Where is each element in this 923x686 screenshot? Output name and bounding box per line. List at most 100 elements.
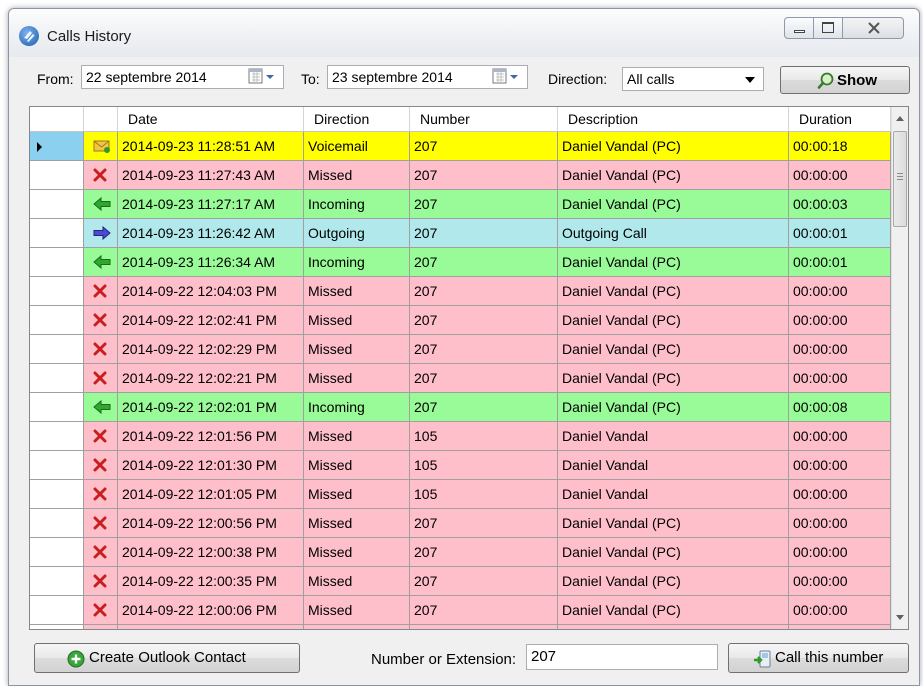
row-header[interactable] bbox=[30, 248, 84, 277]
scroll-up-icon[interactable] bbox=[896, 116, 904, 121]
number-or-extension-input[interactable]: 207 bbox=[526, 644, 718, 670]
direction-cell: Missed bbox=[304, 277, 410, 306]
duration-cell: 00:00:00 bbox=[789, 335, 891, 364]
table-row[interactable]: 2014-09-23 11:27:17 AM Incoming 207 Daniel … bbox=[30, 190, 891, 219]
table-row[interactable]: 2014-09-22 12:02:29 PM Missed 207 Daniel Va… bbox=[30, 335, 891, 364]
description-cell: Daniel Vandal (PC) bbox=[558, 161, 789, 190]
table-row[interactable]: 2014-09-22 12:00:56 PM Missed 207 Daniel Va… bbox=[30, 509, 891, 538]
row-header[interactable] bbox=[30, 161, 84, 190]
create-outlook-contact-button[interactable]: Create Outlook Contact bbox=[34, 643, 300, 673]
table-row[interactable]: 2014-09-22 12:02:41 PM Missed 207 Daniel Va… bbox=[30, 306, 891, 335]
column-header-duration[interactable]: Duration bbox=[789, 107, 891, 131]
number-cell: 207 bbox=[410, 567, 558, 596]
row-header-corner bbox=[30, 107, 84, 131]
calendar-dropdown-icon[interactable] bbox=[489, 67, 525, 87]
call-this-number-button[interactable]: Call this number bbox=[728, 643, 909, 673]
maximize-icon bbox=[822, 22, 834, 33]
description-cell: Daniel Vandal (PC) bbox=[558, 625, 789, 629]
date-cell: 2014-09-22 12:02:41 PM bbox=[118, 306, 304, 335]
number-or-extension-label: Number or Extension: bbox=[371, 651, 517, 668]
row-header[interactable] bbox=[30, 422, 84, 451]
maximize-button[interactable] bbox=[813, 17, 843, 39]
row-header[interactable] bbox=[30, 277, 84, 306]
vertical-scrollbar[interactable] bbox=[891, 107, 908, 629]
table-row[interactable]: 2014-09-22 12:02:01 PM Incoming 207 Daniel … bbox=[30, 393, 891, 422]
table-row[interactable]: 2014-09-22 12:01:05 PM Missed 105 Daniel Va… bbox=[30, 480, 891, 509]
number-cell: 207 bbox=[410, 132, 558, 161]
table-row[interactable]: 2014-09-22 12:00:38 PM Missed 207 Daniel Va… bbox=[30, 538, 891, 567]
date-cell: 2014-09-22 12:00:35 PM bbox=[118, 567, 304, 596]
description-cell: Daniel Vandal (PC) bbox=[558, 190, 789, 219]
column-header-date[interactable]: Date bbox=[118, 107, 304, 131]
table-row[interactable]: 2014-09-22 12:01:30 PM Missed 105 Daniel Va… bbox=[30, 451, 891, 480]
table-row[interactable]: 2014-09-23 11:27:43 AM Missed 207 Daniel Va… bbox=[30, 161, 891, 190]
number-cell: 105 bbox=[410, 480, 558, 509]
missed-x-icon bbox=[93, 342, 107, 359]
table-row[interactable]: 2014-09-22 12:00:06 PM Missed 207 Daniel Va… bbox=[30, 596, 891, 625]
duration-cell: 00:00:08 bbox=[789, 393, 891, 422]
table-row[interactable]: 2014-09-22 12:02:21 PM Missed 207 Daniel Va… bbox=[30, 364, 891, 393]
voicemail-envelope-icon bbox=[93, 139, 111, 156]
direction-cell: Missed bbox=[304, 538, 410, 567]
row-header[interactable] bbox=[30, 509, 84, 538]
table-row[interactable]: 2014-09-22 12:00:35 PM Missed 207 Daniel Va… bbox=[30, 567, 891, 596]
row-header[interactable] bbox=[30, 364, 84, 393]
close-button[interactable] bbox=[842, 17, 904, 39]
missed-x-icon bbox=[93, 313, 107, 330]
duration-cell: 00:00:00 bbox=[789, 596, 891, 625]
missed-x-icon bbox=[93, 458, 107, 475]
row-header[interactable] bbox=[30, 335, 84, 364]
date-cell: 2014-09-22 12:02:29 PM bbox=[118, 335, 304, 364]
table-row[interactable]: 2014-09-23 11:28:51 AM Voicemail 207 Daniel… bbox=[30, 132, 891, 161]
show-button-label: Show bbox=[837, 72, 877, 89]
column-header-description[interactable]: Description bbox=[558, 107, 789, 131]
row-header[interactable] bbox=[30, 480, 84, 509]
call-type-cell bbox=[84, 422, 118, 451]
show-button[interactable]: Show bbox=[780, 66, 910, 94]
from-label: From: bbox=[37, 71, 74, 87]
table-row[interactable]: 2014-09-23 11:26:42 AM Outgoing 207 Outgoin… bbox=[30, 219, 891, 248]
number-cell: 207 bbox=[410, 393, 558, 422]
incoming-arrow-icon bbox=[93, 196, 111, 214]
from-date-value: 22 septembre 2014 bbox=[86, 69, 207, 85]
row-header[interactable] bbox=[30, 538, 84, 567]
row-header[interactable] bbox=[30, 393, 84, 422]
table-row[interactable]: 2014-09-23 11:26:34 AM Incoming 207 Daniel … bbox=[30, 248, 891, 277]
table-row[interactable]: 2014-09-22 12:01:56 PM Missed 105 Daniel Va… bbox=[30, 422, 891, 451]
number-cell: 207 bbox=[410, 364, 558, 393]
table-row[interactable]: 2014-09-22 11:59:59 AMMissed207Daniel Va… bbox=[30, 625, 891, 629]
calendar-dropdown-icon[interactable] bbox=[245, 67, 281, 87]
row-header[interactable] bbox=[30, 451, 84, 480]
row-header[interactable] bbox=[30, 625, 84, 629]
scrollbar-thumb[interactable] bbox=[893, 131, 907, 227]
description-cell: Daniel Vandal bbox=[558, 422, 789, 451]
minimize-button[interactable] bbox=[784, 17, 814, 39]
row-header[interactable] bbox=[30, 567, 84, 596]
date-cell: 2014-09-22 12:02:21 PM bbox=[118, 364, 304, 393]
direction-select[interactable]: All calls bbox=[622, 67, 764, 91]
row-header[interactable] bbox=[30, 132, 84, 161]
calls-table[interactable]: Date Direction Number Description Durati… bbox=[29, 106, 909, 630]
scroll-down-icon[interactable] bbox=[896, 615, 904, 620]
number-cell: 105 bbox=[410, 451, 558, 480]
missed-x-icon bbox=[93, 545, 107, 562]
duration-cell: 00:00:00 bbox=[789, 509, 891, 538]
row-header[interactable] bbox=[30, 219, 84, 248]
table-row[interactable]: 2014-09-22 12:04:03 PM Missed 207 Daniel Va… bbox=[30, 277, 891, 306]
duration-cell: 00:00:00 bbox=[789, 480, 891, 509]
date-cell: 2014-09-23 11:27:43 AM bbox=[118, 161, 304, 190]
call-type-cell bbox=[84, 132, 118, 161]
column-header-direction[interactable]: Direction bbox=[304, 107, 410, 131]
missed-x-icon bbox=[93, 603, 107, 620]
date-cell: 2014-09-22 12:00:06 PM bbox=[118, 596, 304, 625]
direction-label: Direction: bbox=[548, 71, 608, 87]
from-date-picker[interactable]: 22 septembre 2014 bbox=[81, 65, 284, 89]
row-header[interactable] bbox=[30, 190, 84, 219]
row-header[interactable] bbox=[30, 596, 84, 625]
description-cell: Daniel Vandal (PC) bbox=[558, 277, 789, 306]
direction-cell: Missed bbox=[304, 567, 410, 596]
duration-cell: 00:00:00 bbox=[789, 451, 891, 480]
to-date-picker[interactable]: 23 septembre 2014 bbox=[327, 65, 528, 89]
row-header[interactable] bbox=[30, 306, 84, 335]
column-header-number[interactable]: Number bbox=[410, 107, 558, 131]
